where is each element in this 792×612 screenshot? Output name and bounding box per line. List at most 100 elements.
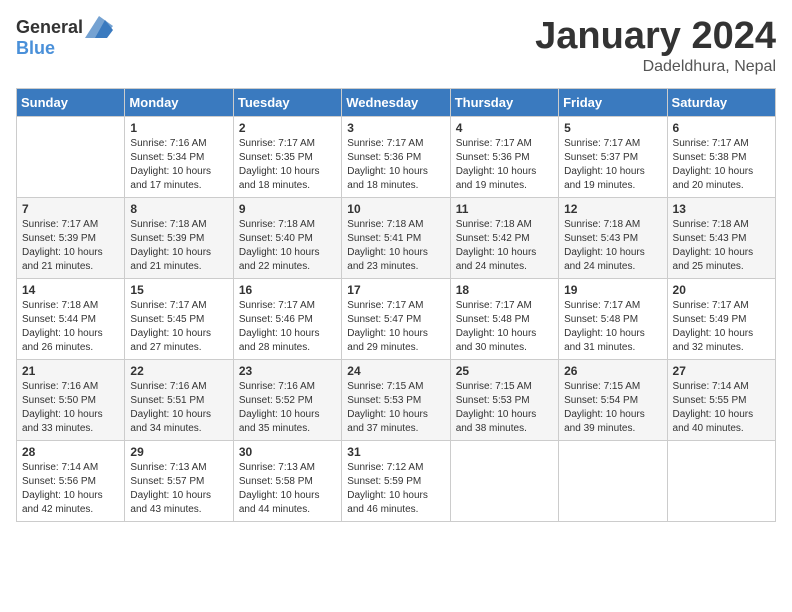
day-number: 26 — [564, 364, 661, 378]
day-info: Sunrise: 7:14 AMSunset: 5:56 PMDaylight:… — [22, 461, 119, 517]
day-number: 4 — [456, 121, 553, 135]
day-number: 28 — [22, 445, 119, 459]
calendar-cell: 21 Sunrise: 7:16 AMSunset: 5:50 PMDayligh… — [17, 359, 125, 440]
day-number: 14 — [22, 283, 119, 297]
day-number: 5 — [564, 121, 661, 135]
calendar-cell: 18 Sunrise: 7:17 AMSunset: 5:48 PMDayligh… — [450, 278, 558, 359]
day-info: Sunrise: 7:15 AMSunset: 5:53 PMDaylight:… — [347, 380, 444, 436]
day-info: Sunrise: 7:17 AMSunset: 5:35 PMDaylight:… — [239, 137, 336, 193]
day-number: 19 — [564, 283, 661, 297]
day-number: 20 — [673, 283, 770, 297]
day-number: 21 — [22, 364, 119, 378]
day-number: 18 — [456, 283, 553, 297]
calendar-cell: 29 Sunrise: 7:13 AMSunset: 5:57 PMDayligh… — [125, 440, 233, 521]
weekday-header-monday: Monday — [125, 88, 233, 116]
logo: General Blue — [16, 16, 113, 59]
day-number: 31 — [347, 445, 444, 459]
logo-general-text: General — [16, 17, 83, 38]
day-number: 29 — [130, 445, 227, 459]
calendar-cell: 27Sunrise: 7:14 AMSunset: 5:55 PMDayligh… — [667, 359, 775, 440]
weekday-header-thursday: Thursday — [450, 88, 558, 116]
calendar-cell: 1 Sunrise: 7:16 AMSunset: 5:34 PMDaylight… — [125, 116, 233, 197]
calendar-cell: 15 Sunrise: 7:17 AMSunset: 5:45 PMDayligh… — [125, 278, 233, 359]
day-info: Sunrise: 7:18 AMSunset: 5:43 PMDaylight:… — [673, 218, 770, 274]
calendar-cell: 11 Sunrise: 7:18 AMSunset: 5:42 PMDayligh… — [450, 197, 558, 278]
day-info: Sunrise: 7:15 AMSunset: 5:53 PMDaylight:… — [456, 380, 553, 436]
day-info: Sunrise: 7:17 AMSunset: 5:37 PMDaylight:… — [564, 137, 661, 193]
day-info: Sunrise: 7:18 AMSunset: 5:39 PMDaylight:… — [130, 218, 227, 274]
calendar-cell: 14 Sunrise: 7:18 AMSunset: 5:44 PMDayligh… — [17, 278, 125, 359]
weekday-header-friday: Friday — [559, 88, 667, 116]
calendar-cell: 25Sunrise: 7:15 AMSunset: 5:53 PMDayligh… — [450, 359, 558, 440]
day-number: 6 — [673, 121, 770, 135]
day-info: Sunrise: 7:18 AMSunset: 5:43 PMDaylight:… — [564, 218, 661, 274]
calendar-cell: 3Sunrise: 7:17 AMSunset: 5:36 PMDaylight… — [342, 116, 450, 197]
day-info: Sunrise: 7:17 AMSunset: 5:49 PMDaylight:… — [673, 299, 770, 355]
day-info: Sunrise: 7:17 AMSunset: 5:39 PMDaylight:… — [22, 218, 119, 274]
calendar-cell: 9 Sunrise: 7:18 AMSunset: 5:40 PMDaylight… — [233, 197, 341, 278]
day-number: 12 — [564, 202, 661, 216]
day-info: Sunrise: 7:16 AMSunset: 5:52 PMDaylight:… — [239, 380, 336, 436]
calendar-cell: 31 Sunrise: 7:12 AMSunset: 5:59 PMDayligh… — [342, 440, 450, 521]
calendar-cell: 4 Sunrise: 7:17 AMSunset: 5:36 PMDaylight… — [450, 116, 558, 197]
title-area: January 2024 Dadeldhura, Nepal — [535, 16, 776, 76]
calendar-cell: 17 Sunrise: 7:17 AMSunset: 5:47 PMDayligh… — [342, 278, 450, 359]
calendar-cell — [667, 440, 775, 521]
day-info: Sunrise: 7:17 AMSunset: 5:45 PMDaylight:… — [130, 299, 227, 355]
calendar-cell: 19 Sunrise: 7:17 AMSunset: 5:48 PMDayligh… — [559, 278, 667, 359]
weekday-header-tuesday: Tuesday — [233, 88, 341, 116]
calendar-cell: 22 Sunrise: 7:16 AMSunset: 5:51 PMDayligh… — [125, 359, 233, 440]
day-number: 9 — [239, 202, 336, 216]
calendar-cell: 13 Sunrise: 7:18 AMSunset: 5:43 PMDayligh… — [667, 197, 775, 278]
day-number: 23 — [239, 364, 336, 378]
day-number: 2 — [239, 121, 336, 135]
calendar-cell: 7 Sunrise: 7:17 AMSunset: 5:39 PMDaylight… — [17, 197, 125, 278]
day-info: Sunrise: 7:18 AMSunset: 5:42 PMDaylight:… — [456, 218, 553, 274]
day-number: 11 — [456, 202, 553, 216]
day-info: Sunrise: 7:12 AMSunset: 5:59 PMDaylight:… — [347, 461, 444, 517]
day-number: 24 — [347, 364, 444, 378]
day-info: Sunrise: 7:17 AMSunset: 5:47 PMDaylight:… — [347, 299, 444, 355]
day-number: 17 — [347, 283, 444, 297]
header: General Blue January 2024 Dadeldhura, Ne… — [16, 16, 776, 76]
calendar-cell: 12 Sunrise: 7:18 AMSunset: 5:43 PMDayligh… — [559, 197, 667, 278]
location-title: Dadeldhura, Nepal — [535, 58, 776, 76]
day-info: Sunrise: 7:17 AMSunset: 5:48 PMDaylight:… — [456, 299, 553, 355]
day-info: Sunrise: 7:17 AMSunset: 5:36 PMDaylight:… — [456, 137, 553, 193]
month-title: January 2024 — [535, 16, 776, 58]
day-number: 7 — [22, 202, 119, 216]
weekday-header-sunday: Sunday — [17, 88, 125, 116]
day-info: Sunrise: 7:17 AMSunset: 5:48 PMDaylight:… — [564, 299, 661, 355]
day-number: 1 — [130, 121, 227, 135]
calendar-cell: 2 Sunrise: 7:17 AMSunset: 5:35 PMDaylight… — [233, 116, 341, 197]
day-number: 15 — [130, 283, 227, 297]
calendar-cell — [17, 116, 125, 197]
day-info: Sunrise: 7:18 AMSunset: 5:41 PMDaylight:… — [347, 218, 444, 274]
day-number: 13 — [673, 202, 770, 216]
day-number: 3 — [347, 121, 444, 135]
day-info: Sunrise: 7:16 AMSunset: 5:51 PMDaylight:… — [130, 380, 227, 436]
calendar-table: SundayMondayTuesdayWednesdayThursdayFrid… — [16, 88, 776, 522]
day-info: Sunrise: 7:16 AMSunset: 5:34 PMDaylight:… — [130, 137, 227, 193]
day-info: Sunrise: 7:15 AMSunset: 5:54 PMDaylight:… — [564, 380, 661, 436]
day-info: Sunrise: 7:13 AMSunset: 5:57 PMDaylight:… — [130, 461, 227, 517]
day-number: 30 — [239, 445, 336, 459]
weekday-header-saturday: Saturday — [667, 88, 775, 116]
day-info: Sunrise: 7:17 AMSunset: 5:38 PMDaylight:… — [673, 137, 770, 193]
day-info: Sunrise: 7:13 AMSunset: 5:58 PMDaylight:… — [239, 461, 336, 517]
day-info: Sunrise: 7:18 AMSunset: 5:40 PMDaylight:… — [239, 218, 336, 274]
calendar-cell: 10Sunrise: 7:18 AMSunset: 5:41 PMDayligh… — [342, 197, 450, 278]
day-number: 27 — [673, 364, 770, 378]
day-number: 22 — [130, 364, 227, 378]
calendar-cell — [450, 440, 558, 521]
day-number: 8 — [130, 202, 227, 216]
day-info: Sunrise: 7:16 AMSunset: 5:50 PMDaylight:… — [22, 380, 119, 436]
logo-bird-icon — [85, 16, 113, 38]
calendar-cell: 5 Sunrise: 7:17 AMSunset: 5:37 PMDaylight… — [559, 116, 667, 197]
calendar-cell — [559, 440, 667, 521]
day-number: 16 — [239, 283, 336, 297]
calendar-cell: 16Sunrise: 7:17 AMSunset: 5:46 PMDayligh… — [233, 278, 341, 359]
weekday-header-wednesday: Wednesday — [342, 88, 450, 116]
day-info: Sunrise: 7:18 AMSunset: 5:44 PMDaylight:… — [22, 299, 119, 355]
calendar-cell: 28 Sunrise: 7:14 AMSunset: 5:56 PMDayligh… — [17, 440, 125, 521]
